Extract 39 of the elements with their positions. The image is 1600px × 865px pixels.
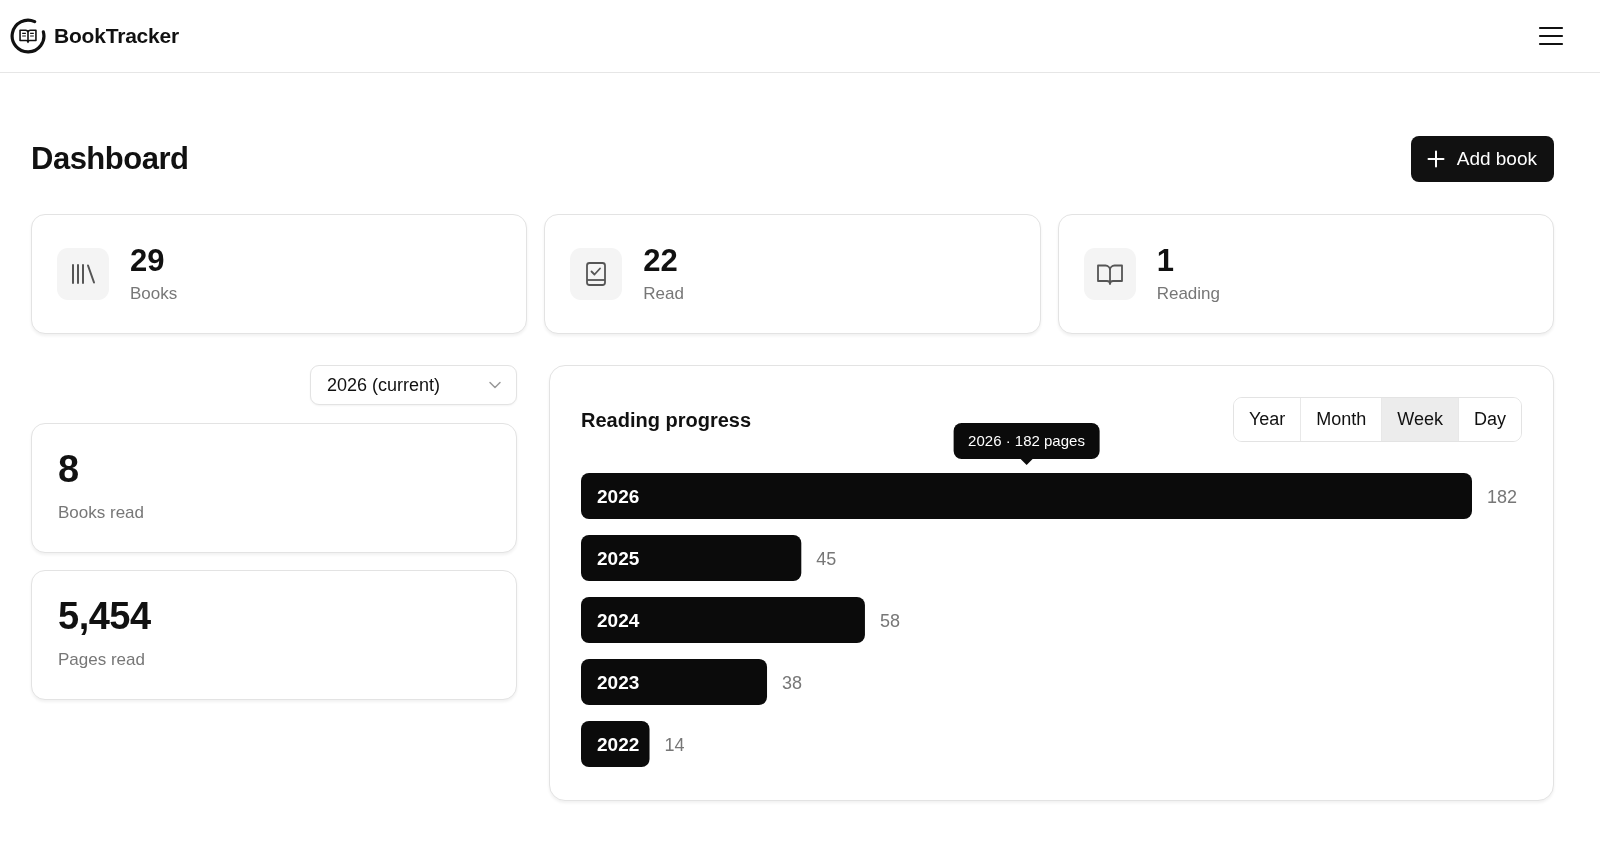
stat-label: Books: [130, 284, 178, 304]
category-label: 2023: [597, 672, 640, 693]
bar[interactable]: [581, 597, 865, 643]
page-title: Dashboard: [31, 140, 189, 178]
stat-value: 29: [130, 244, 166, 276]
year-select[interactable]: 2026 (current): [310, 365, 517, 405]
menu-button[interactable]: [1538, 25, 1564, 47]
value-label: 45: [816, 548, 837, 569]
stat-value: 1: [1156, 244, 1175, 276]
category-label: 2024: [597, 610, 640, 631]
summary-value: 5,454: [58, 597, 152, 635]
menu-icon: [1538, 25, 1564, 47]
value-label: 38: [782, 672, 803, 693]
period-tab[interactable]: Day: [1458, 398, 1521, 441]
book-check-icon: [570, 248, 623, 300]
add-book-button[interactable]: Add book: [1410, 136, 1554, 182]
value-label: 14: [664, 734, 685, 755]
stat-label: Read: [643, 284, 684, 304]
bar[interactable]: [581, 535, 802, 581]
book-ring-logo-icon: [10, 18, 46, 54]
category-label: 2026: [597, 486, 640, 507]
open-book-icon: [1083, 248, 1136, 300]
chart-tooltip: 2026 · 182 pages: [953, 423, 1100, 465]
bar[interactable]: [581, 659, 768, 705]
summary-value: 8: [58, 450, 80, 488]
stat-label: Reading: [1156, 284, 1220, 304]
category-label: 2025: [597, 548, 640, 569]
brand-name: BookTracker: [54, 23, 180, 50]
stat-value: 22: [643, 244, 679, 276]
books-icon: [57, 248, 109, 300]
plus-icon: [1426, 150, 1445, 168]
panel-title: Reading progress: [581, 407, 752, 432]
summary-label: Books read: [58, 504, 145, 523]
category-label: 2022: [597, 734, 640, 755]
summary-label: Pages read: [58, 651, 146, 670]
value-label: 182: [1487, 486, 1518, 507]
bar[interactable]: [581, 721, 650, 767]
period-tab[interactable]: Week: [1381, 398, 1458, 441]
value-label: 58: [879, 610, 900, 631]
